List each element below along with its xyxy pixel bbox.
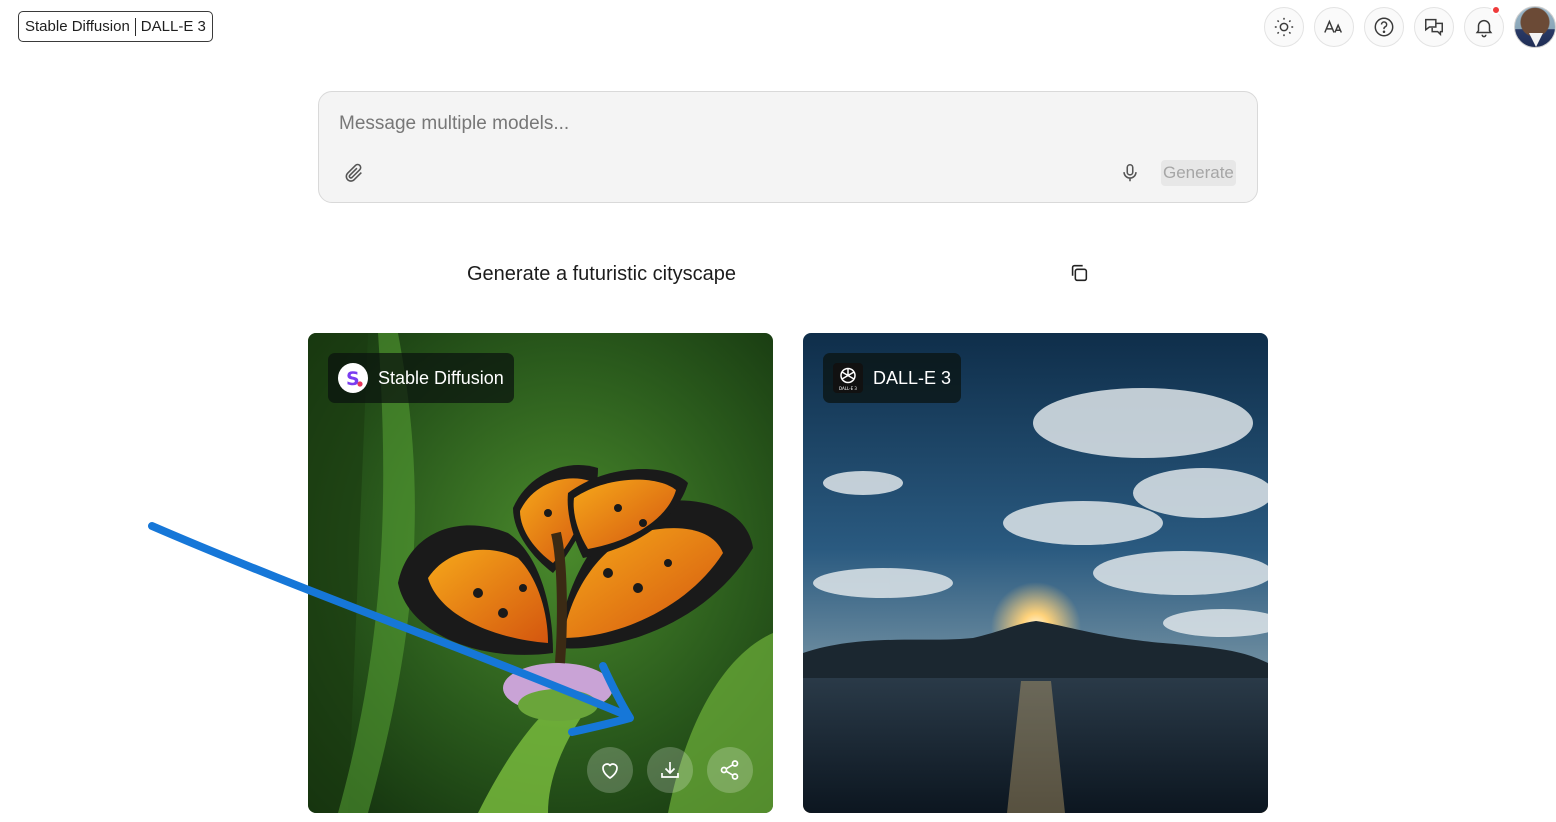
image-actions bbox=[573, 747, 753, 793]
bell-icon bbox=[1475, 19, 1493, 38]
share-icon bbox=[720, 760, 739, 780]
model-label-dalle3: DALL-E 3 bbox=[140, 18, 206, 35]
model-label-stable-diffusion: Stable Diffusion bbox=[25, 18, 130, 35]
generated-image-sunset-lake[interactable] bbox=[803, 333, 1268, 813]
model-badge-dalle3: DALL-E 3 DALL-E 3 bbox=[823, 353, 962, 403]
result-card-stable-diffusion[interactable]: S Stable Diffusion bbox=[308, 333, 773, 813]
generate-button[interactable]: Generate bbox=[1161, 160, 1236, 186]
selected-models-pill[interactable]: Stable Diffusion DALL-E 3 bbox=[18, 11, 213, 42]
result-card-dalle3[interactable]: DALL-E 3 DALL-E 3 bbox=[803, 333, 1268, 813]
header-actions bbox=[1254, 5, 1556, 48]
notifications-button[interactable] bbox=[1464, 5, 1504, 47]
like-button[interactable] bbox=[587, 747, 633, 793]
generated-image-butterfly[interactable] bbox=[308, 333, 773, 813]
microphone-icon[interactable] bbox=[1119, 162, 1141, 184]
svg-text:DALL-E 3: DALL-E 3 bbox=[839, 386, 857, 391]
message-input[interactable] bbox=[339, 110, 1219, 138]
model-badge-label: Stable Diffusion bbox=[378, 367, 504, 388]
share-button[interactable] bbox=[707, 747, 753, 793]
heart-icon bbox=[602, 763, 618, 779]
help-icon bbox=[1374, 17, 1394, 37]
theme-toggle-button[interactable] bbox=[1264, 7, 1304, 47]
prompt-text: Generate a futuristic cityscape bbox=[467, 263, 737, 285]
chat-bubbles-icon bbox=[1425, 18, 1443, 37]
user-avatar[interactable] bbox=[1514, 6, 1556, 48]
model-badge-stable-diffusion: S Stable Diffusion bbox=[328, 353, 514, 403]
notification-dot bbox=[1491, 5, 1501, 15]
feedback-button[interactable] bbox=[1414, 7, 1454, 47]
openai-logo-icon: DALL-E 3 bbox=[833, 363, 863, 393]
download-icon bbox=[661, 762, 679, 778]
copy-icon[interactable] bbox=[1068, 262, 1090, 284]
text-size-icon bbox=[1324, 19, 1343, 33]
sun-icon bbox=[1274, 17, 1294, 37]
paperclip-icon[interactable] bbox=[343, 162, 365, 184]
stable-diffusion-logo-icon: S bbox=[338, 363, 368, 393]
message-composer: Generate bbox=[318, 91, 1258, 203]
help-button[interactable] bbox=[1364, 7, 1404, 47]
download-button[interactable] bbox=[647, 747, 693, 793]
font-size-button[interactable] bbox=[1314, 7, 1354, 47]
svg-text:S: S bbox=[346, 368, 360, 390]
divider bbox=[134, 17, 136, 36]
model-badge-label: DALL-E 3 bbox=[873, 367, 952, 388]
